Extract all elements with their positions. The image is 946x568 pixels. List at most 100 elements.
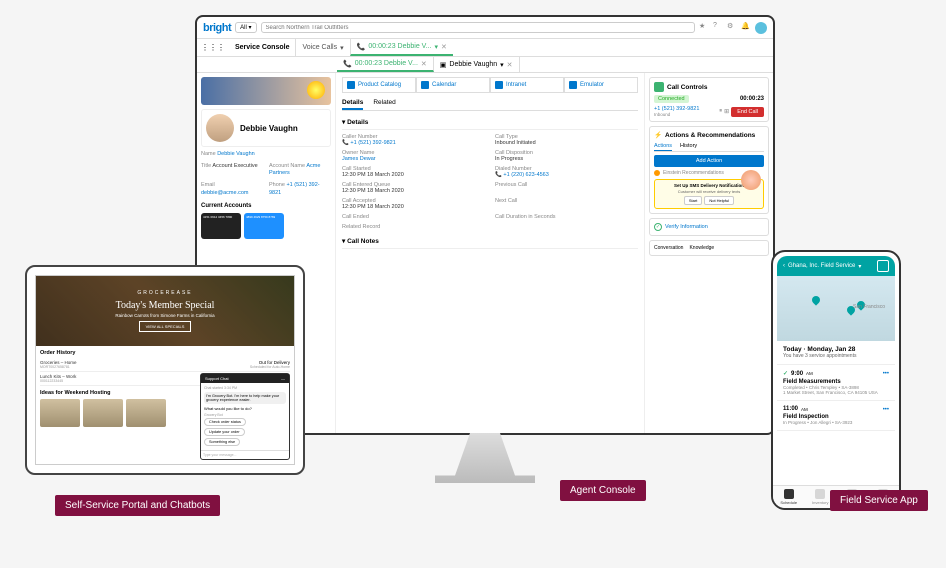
chat-input[interactable]: Type your message... (201, 450, 289, 459)
today-title: Today · Monday, Jan 28 (783, 346, 889, 353)
topbar: bright All ▾ ★ ? ⚙ 🔔 (197, 17, 773, 39)
help-icon[interactable]: ? (713, 22, 723, 32)
primary-tabs: ⋮⋮⋮ Service Console Voice Calls ▾ 📞 00:0… (197, 39, 773, 57)
chevron-left-icon[interactable]: ‹ (783, 263, 785, 269)
contact-icon: ▣ (440, 61, 447, 69)
tab-related[interactable]: Related (373, 97, 395, 110)
call-status-badge: Connected (654, 95, 689, 103)
idea-card[interactable] (40, 399, 80, 427)
owner-link[interactable]: James Dewar (342, 156, 376, 162)
today-summary: Today · Monday, Jan 28 You have 3 servic… (777, 341, 895, 365)
today-subtitle: You have 3 service appointments (783, 353, 889, 359)
app-launcher-icon[interactable]: ⋮⋮⋮ (197, 43, 229, 52)
search-input[interactable] (261, 22, 695, 33)
view-specials-button[interactable]: VIEW ALL SPECIALS (139, 321, 192, 332)
hero-title: Today's Member Special (116, 300, 215, 311)
verify-link[interactable]: Verify Information (665, 224, 708, 230)
label-self-service: Self-Service Portal and Chatbots (55, 495, 220, 516)
email-link[interactable]: debbie@acme.com (201, 190, 248, 196)
quicklink-emulator[interactable]: Emulator (564, 77, 638, 93)
credit-card-2[interactable]: 4899 4929 8759 8769 (244, 213, 284, 239)
details-section-header[interactable]: ▾ Details (342, 115, 638, 130)
call-controls-panel: Call Controls Connected00:00:23 +1 (521)… (649, 77, 769, 122)
start-button[interactable]: Start (684, 196, 702, 205)
record-detail: Product Catalog Calendar Intranet Emulat… (335, 73, 645, 435)
chatbot-widget: Support Chat— Chat started 3:34 PM I'm G… (200, 373, 290, 460)
close-icon[interactable]: ✕ (441, 43, 447, 51)
name-label: Name (201, 151, 216, 157)
contact-name: Debbie Vaughn (240, 124, 298, 133)
tab-details[interactable]: Details (342, 97, 363, 110)
order-row[interactable]: Groceries – HomeMORT0027658781 Out for D… (40, 358, 290, 372)
recommendation-card: Set Up SMS Delivery Notification Custome… (654, 179, 764, 209)
nav-schedule[interactable]: Schedule (777, 486, 805, 504)
call-notes-header[interactable]: ▾ Call Notes (342, 234, 638, 249)
more-icon[interactable]: ••• (883, 407, 889, 413)
settings-icon[interactable]: ⚙ (727, 22, 737, 32)
quicklink-intranet[interactable]: Intranet (490, 77, 564, 93)
inventory-icon (815, 489, 825, 499)
credit-card-1[interactable]: 4151 0912 3456 7890 (201, 213, 241, 239)
monitor-stand (435, 433, 535, 483)
mute-icon[interactable]: ⏸ (719, 108, 722, 115)
einstein-avatar (741, 170, 761, 190)
close-icon[interactable]: ✕ (507, 61, 513, 69)
voice-calls-tab[interactable]: Voice Calls ▾ (295, 39, 349, 56)
phone-icon: 📞 (343, 60, 352, 68)
user-avatar[interactable] (755, 22, 767, 34)
caller-number-link[interactable]: 📞 +1 (521) 392-9821 (342, 140, 396, 146)
title-value: Account Executive (212, 163, 257, 169)
tab-conversation[interactable]: Conversation (654, 245, 683, 251)
phone-icon (654, 82, 664, 92)
quicklink-calendar[interactable]: Calendar (416, 77, 490, 93)
chevron-down-icon[interactable]: ▾ (858, 263, 861, 270)
schedule-icon (784, 489, 794, 499)
chat-option[interactable]: Check order status (204, 418, 246, 426)
search-scope-select[interactable]: All ▾ (235, 22, 256, 33)
map-pin[interactable] (810, 294, 821, 305)
tablet-device: GROCEREASE Today's Member Special Rainbo… (25, 265, 305, 475)
ended-label: Call Ended (342, 214, 485, 220)
emulator-icon (569, 81, 577, 89)
chat-title: Support Chat (205, 376, 229, 381)
notifications-icon[interactable]: 🔔 (741, 22, 751, 32)
subtab-call[interactable]: 📞 00:00:23 Debbie V... ✕ (337, 57, 434, 72)
tab-history[interactable]: History (680, 142, 697, 151)
workspace-tab-active[interactable]: 📞 00:00:23 Debbie V... ▾ ✕ (350, 39, 453, 56)
more-icon[interactable]: ••• (883, 371, 889, 377)
add-action-button[interactable]: Add Action (654, 155, 764, 167)
portal-screen: GROCEREASE Today's Member Special Rainbo… (35, 275, 295, 465)
close-icon[interactable]: ✕ (421, 60, 427, 68)
phone-label: Phone (269, 182, 285, 188)
phone-device: ‹Ghana, Inc. Field Service▾ San Francisc… (771, 250, 901, 510)
field-service-screen: ‹Ghana, Inc. Field Service▾ San Francisc… (777, 256, 895, 504)
map-view[interactable]: San Francisco (777, 276, 895, 341)
started-value: 12:30 PM 18 March 2020 (342, 172, 404, 178)
idea-card[interactable] (126, 399, 166, 427)
label-field-service: Field Service App (830, 490, 928, 511)
chat-option[interactable]: Something else (204, 438, 240, 446)
detail-tabs: Details Related (342, 97, 638, 111)
quicklink-product-catalog[interactable]: Product Catalog (342, 77, 416, 93)
appointment-card[interactable]: 11:00 AM Field Inspection In Progress • … (777, 401, 895, 431)
subtab-contact[interactable]: ▣ Debbie Vaughn ▾ ✕ (434, 57, 520, 72)
idea-card[interactable] (83, 399, 123, 427)
bot-question: What would you like to do? (204, 406, 286, 411)
tab-knowledge[interactable]: Knowledge (689, 245, 714, 251)
tab-actions[interactable]: Actions (654, 142, 672, 151)
check-icon: ✓ (783, 370, 788, 377)
contact-name-link[interactable]: Debbie Vaughn (217, 151, 255, 157)
disposition-value: In Progress (495, 156, 523, 162)
order-history-header: Order History (40, 350, 290, 356)
chat-option[interactable]: Update your order (204, 428, 245, 436)
app-title: Service Console (229, 44, 295, 51)
minimize-icon[interactable]: — (281, 376, 285, 381)
favorite-icon[interactable]: ★ (699, 22, 709, 32)
appointment-card[interactable]: ✓9:00 AM Field Measurements Completed • … (777, 365, 895, 401)
not-helpful-button[interactable]: Not Helpful (704, 196, 734, 205)
end-call-button[interactable]: End Call (731, 107, 764, 117)
keypad-icon[interactable]: ⊞ (724, 108, 729, 115)
dialed-link[interactable]: 📞 +1 (220) 623-4563 (495, 172, 549, 178)
map-city-label: San Francisco (853, 304, 885, 310)
calendar-icon[interactable] (877, 260, 889, 272)
